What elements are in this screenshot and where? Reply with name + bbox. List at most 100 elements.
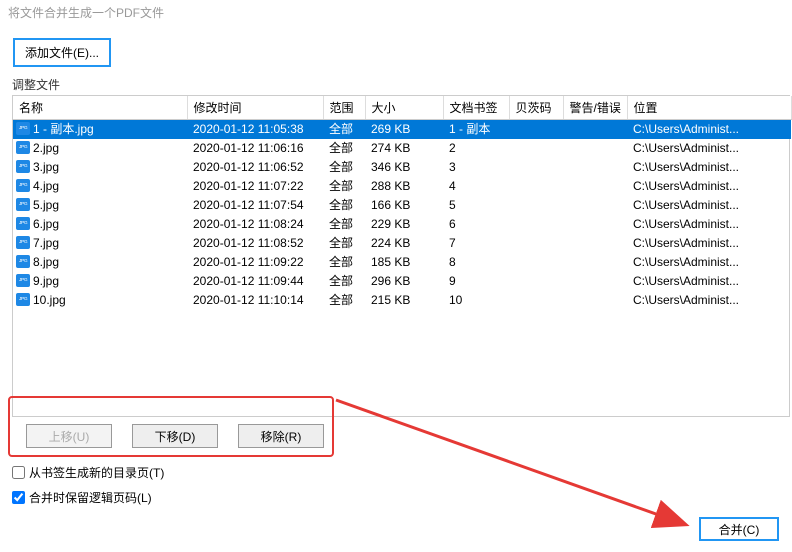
cell-range: 全部 (323, 158, 365, 177)
cell-name: 1 - 副本.jpg (13, 120, 187, 140)
cell-range: 全部 (323, 120, 365, 140)
cell-pages (509, 234, 563, 253)
cell-mtime: 2020-01-12 11:07:22 (187, 177, 323, 196)
cell-pages (509, 291, 563, 310)
cell-bookmark: 1 - 副本 (443, 120, 509, 140)
row-action-buttons: 上移(U) 下移(D) 移除(R) (26, 424, 324, 448)
cell-pages (509, 139, 563, 158)
cell-mtime: 2020-01-12 11:09:44 (187, 272, 323, 291)
col-mtime[interactable]: 修改时间 (187, 96, 323, 120)
cell-warn (563, 196, 627, 215)
generate-toc-input[interactable] (12, 466, 25, 479)
cell-name: 8.jpg (13, 253, 187, 272)
cell-range: 全部 (323, 139, 365, 158)
cell-warn (563, 120, 627, 140)
cell-pages (509, 177, 563, 196)
cell-name: 3.jpg (13, 158, 187, 177)
cell-range: 全部 (323, 196, 365, 215)
cell-mtime: 2020-01-12 11:05:38 (187, 120, 323, 140)
cell-warn (563, 291, 627, 310)
cell-range: 全部 (323, 177, 365, 196)
table-row[interactable]: 4.jpg2020-01-12 11:07:22全部288 KB4 C:\User… (13, 177, 791, 196)
jpg-file-icon (16, 198, 30, 211)
keep-page-numbers-checkbox[interactable]: 合并时保留逻辑页码(L) (12, 489, 164, 506)
table-row[interactable]: 10.jpg2020-01-12 11:10:14全部215 KB10C:\Us… (13, 291, 791, 310)
cell-warn (563, 215, 627, 234)
keep-page-numbers-input[interactable] (12, 491, 25, 504)
file-table: 名称 修改时间 范围 大小 文档书签 贝茨码 警告/错误 位置 1 - 副本.j… (12, 95, 790, 417)
keep-page-numbers-label: 合并时保留逻辑页码(L) (29, 489, 152, 506)
generate-toc-checkbox[interactable]: 从书签生成新的目录页(T) (12, 464, 164, 481)
cell-loc: C:\Users\Administ... (627, 253, 791, 272)
jpg-file-icon (16, 236, 30, 249)
jpg-file-icon (16, 141, 30, 154)
cell-pages (509, 253, 563, 272)
table-row[interactable]: 7.jpg2020-01-12 11:08:52全部224 KB7 C:\User… (13, 234, 791, 253)
move-down-button[interactable]: 下移(D) (132, 424, 218, 448)
cell-warn (563, 234, 627, 253)
cell-loc: C:\Users\Administ... (627, 215, 791, 234)
cell-bookmark: 3 (443, 158, 509, 177)
generate-toc-label: 从书签生成新的目录页(T) (29, 464, 164, 481)
cell-bookmark: 4 (443, 177, 509, 196)
jpg-file-icon (16, 160, 30, 173)
cell-mtime: 2020-01-12 11:08:52 (187, 234, 323, 253)
table-row[interactable]: 9.jpg2020-01-12 11:09:44全部296 KB9C:\User… (13, 272, 791, 291)
cell-name: 6.jpg (13, 215, 187, 234)
table-row[interactable]: 6.jpg2020-01-12 11:08:24全部229 KB6C:\User… (13, 215, 791, 234)
table-row[interactable]: 1 - 副本.jpg2020-01-12 11:05:38全部269 KB1 -… (13, 120, 791, 140)
cell-bookmark: 8 (443, 253, 509, 272)
col-loc[interactable]: 位置 (627, 96, 791, 120)
cell-mtime: 2020-01-12 11:07:54 (187, 196, 323, 215)
cell-mtime: 2020-01-12 11:06:16 (187, 139, 323, 158)
col-pages[interactable]: 贝茨码 (509, 96, 563, 120)
col-warn[interactable]: 警告/错误 (563, 96, 627, 120)
col-size[interactable]: 大小 (365, 96, 443, 120)
cell-size: 185 KB (365, 253, 443, 272)
cell-loc: C:\Users\Administ... (627, 196, 791, 215)
cell-bookmark: 6 (443, 215, 509, 234)
jpg-file-icon (16, 274, 30, 287)
table-empty-area (13, 310, 789, 416)
cell-size: 269 KB (365, 120, 443, 140)
cell-pages (509, 120, 563, 140)
merge-button[interactable]: 合并(C) (700, 518, 778, 540)
cell-range: 全部 (323, 234, 365, 253)
cell-warn (563, 272, 627, 291)
cell-bookmark: 7 (443, 234, 509, 253)
add-file-button[interactable]: 添加文件(E)... (14, 39, 110, 66)
cell-pages (509, 158, 563, 177)
move-up-button[interactable]: 上移(U) (26, 424, 112, 448)
table-row[interactable]: 5.jpg2020-01-12 11:07:54全部166 KB5C:\User… (13, 196, 791, 215)
jpg-file-icon (16, 122, 30, 135)
cell-size: 224 KB (365, 234, 443, 253)
cell-bookmark: 2 (443, 139, 509, 158)
cell-size: 215 KB (365, 291, 443, 310)
cell-name: 7.jpg (13, 234, 187, 253)
cell-size: 229 KB (365, 215, 443, 234)
cell-mtime: 2020-01-12 11:06:52 (187, 158, 323, 177)
cell-warn (563, 158, 627, 177)
table-row[interactable]: 8.jpg2020-01-12 11:09:22全部185 KB8C:\User… (13, 253, 791, 272)
jpg-file-icon (16, 293, 30, 306)
cell-size: 296 KB (365, 272, 443, 291)
table-row[interactable]: 2.jpg2020-01-12 11:06:16全部274 KB2C:\User… (13, 139, 791, 158)
jpg-file-icon (16, 255, 30, 268)
cell-range: 全部 (323, 291, 365, 310)
col-name[interactable]: 名称 (13, 96, 187, 120)
cell-loc: C:\Users\Administ... (627, 139, 791, 158)
cell-loc: C:\Users\Administ... (627, 291, 791, 310)
table-row[interactable]: 3.jpg2020-01-12 11:06:52全部346 KB3C:\User… (13, 158, 791, 177)
remove-button[interactable]: 移除(R) (238, 424, 324, 448)
col-range[interactable]: 范围 (323, 96, 365, 120)
cell-loc: C:\Users\Administ... (627, 177, 791, 196)
col-bookmark[interactable]: 文档书签 (443, 96, 509, 120)
cell-name: 4.jpg (13, 177, 187, 196)
cell-size: 274 KB (365, 139, 443, 158)
cell-loc: C:\Users\Administ... (627, 234, 791, 253)
annotation-arrow (332, 396, 712, 546)
cell-size: 346 KB (365, 158, 443, 177)
cell-name: 5.jpg (13, 196, 187, 215)
cell-size: 288 KB (365, 177, 443, 196)
cell-mtime: 2020-01-12 11:09:22 (187, 253, 323, 272)
